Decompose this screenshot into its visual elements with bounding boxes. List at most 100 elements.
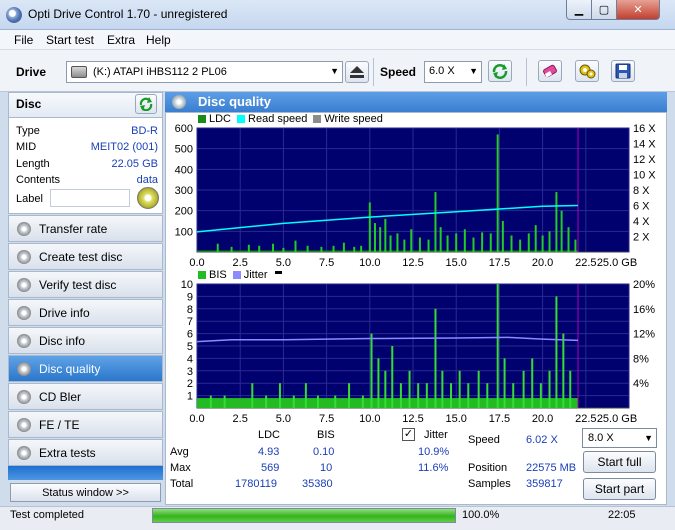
bis-spike <box>399 383 402 408</box>
ldc-spike <box>519 239 522 252</box>
ldc-spike <box>332 245 335 252</box>
x-tick-label: 25.0 GB <box>597 413 637 425</box>
ldc-spike <box>548 231 551 252</box>
ldc-spike <box>472 237 475 252</box>
x-tick-label: 25.0 GB <box>597 257 637 269</box>
bis-spike <box>348 383 351 408</box>
stats-total-ldc: 1780119 <box>235 478 278 490</box>
start-full-button[interactable]: Start full <box>583 451 656 473</box>
test-speed-value: 8.0 X <box>588 432 614 444</box>
stats-header-jitter: Jitter <box>424 429 448 441</box>
y2-tick-label: 4 X <box>633 216 650 228</box>
progress-fill <box>153 509 455 522</box>
x-tick-label: 17.5 <box>489 413 510 425</box>
y-tick-label: 7 <box>187 316 193 328</box>
y-tick-label: 5 <box>187 341 193 353</box>
bis-spike <box>512 383 515 408</box>
y-tick-label: 500 <box>175 144 193 156</box>
stats-avg-jitter: 10.9% <box>418 446 450 458</box>
y-tick-label: 4 <box>187 353 193 365</box>
bis-spike <box>278 383 281 408</box>
y2-tick-label: 12 X <box>633 154 656 166</box>
bis-spike <box>503 358 506 408</box>
error-baseline <box>197 398 579 408</box>
ldc-spike <box>258 245 261 252</box>
x-tick-label: 5.0 <box>276 257 291 269</box>
y2-tick-label: 6 X <box>633 201 650 213</box>
bis-spike <box>539 383 542 408</box>
x-tick-label: 22.5 <box>575 257 596 269</box>
x-tick-label: 5.0 <box>276 413 291 425</box>
jitter-checkbox[interactable]: ✓ <box>402 428 415 441</box>
y2-tick-label: 14 X <box>633 139 656 151</box>
bis-spike <box>417 383 420 408</box>
bis-spike <box>370 333 373 408</box>
x-tick-label: 10.0 <box>359 413 380 425</box>
bis-spike <box>316 395 319 408</box>
samples-value: 359817 <box>526 478 563 490</box>
status-time: 22:05 <box>608 509 636 521</box>
y2-tick-label: 10 X <box>633 170 656 182</box>
samples-label: Samples <box>468 478 511 490</box>
y2-tick-label: 8% <box>633 353 649 365</box>
stats-max-label: Max <box>170 462 191 474</box>
ldc-spike <box>489 233 492 252</box>
y2-tick-label: 16% <box>633 304 655 316</box>
bis-spike <box>458 370 461 408</box>
ldc-spike <box>306 245 309 252</box>
ldc-spike <box>534 225 537 252</box>
bis-spike <box>496 284 499 408</box>
bis-spike <box>251 383 254 408</box>
stats-avg-label: Avg <box>170 446 189 458</box>
stats-avg-ldc: 4.93 <box>258 446 280 458</box>
ldc-spike <box>403 239 406 252</box>
bis-spike <box>486 383 489 408</box>
ldc-spike <box>373 223 376 252</box>
y-tick-label: 100 <box>175 226 193 238</box>
ldc-spike <box>555 192 558 252</box>
bis-spike <box>562 333 565 408</box>
y-tick-label: 400 <box>175 164 193 176</box>
bis-spike <box>408 370 411 408</box>
ldc-spike <box>527 233 530 252</box>
stats-max-jitter: 11.6% <box>418 462 449 474</box>
y2-tick-label: 20% <box>633 279 655 291</box>
ldc-spike <box>389 235 392 252</box>
y2-tick-label: 16 X <box>633 123 656 135</box>
ldc-spike <box>510 235 513 252</box>
bis-spike <box>384 370 387 408</box>
ldc-spike <box>384 218 387 252</box>
x-tick-label: 20.0 <box>532 257 553 269</box>
ldc-spike <box>455 233 458 252</box>
bis-spike <box>434 308 437 408</box>
stats-total-bis: 35380 <box>302 478 333 490</box>
speed-stat-label: Speed <box>468 434 500 446</box>
ldc-spike <box>496 134 499 252</box>
start-part-button[interactable]: Start part <box>583 478 656 500</box>
y2-tick-label: 12% <box>633 329 655 341</box>
ldc-spike <box>439 227 442 252</box>
ldc-spike <box>434 192 437 252</box>
test-speed-select[interactable]: 8.0 X ▼ <box>582 428 657 448</box>
y2-tick-label: 4% <box>633 378 649 390</box>
bis-spike <box>467 383 470 408</box>
ldc-spike <box>463 229 466 252</box>
bis-spike <box>441 370 444 408</box>
y2-tick-label: 8 X <box>633 185 650 197</box>
x-tick-label: 0.0 <box>189 413 204 425</box>
ldc-spike <box>418 237 421 252</box>
stats-total-label: Total <box>170 478 194 490</box>
bis-spike <box>450 383 453 408</box>
ldc-spike <box>574 239 577 252</box>
bis-spike <box>377 358 380 408</box>
x-tick-label: 10.0 <box>359 257 380 269</box>
x-tick-label: 12.5 <box>402 413 423 425</box>
ldc-spike <box>247 244 250 252</box>
bis-spike <box>265 395 268 408</box>
ldc-spike <box>368 202 371 252</box>
x-tick-label: 15.0 <box>445 257 466 269</box>
bis-spike <box>361 395 364 408</box>
ldc-spike <box>282 247 285 252</box>
ldc-spike <box>272 243 275 252</box>
bis-spike <box>555 296 558 408</box>
